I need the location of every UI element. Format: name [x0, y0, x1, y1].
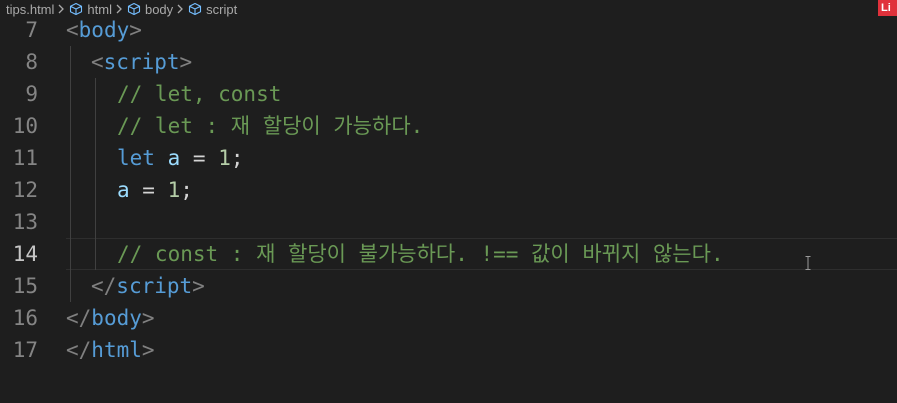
indent-guide [70, 110, 71, 142]
line-content: </body> [66, 302, 155, 334]
line-content: // let, const [117, 78, 281, 110]
code-token: > [129, 18, 142, 42]
code-token: > [179, 50, 193, 74]
line-content: // let : 재 할당이 가능하다. [117, 110, 423, 142]
code-token: let [117, 146, 155, 170]
code-line[interactable]: 15 </script> [0, 270, 897, 302]
line-number: 15 [12, 274, 38, 298]
code-line[interactable]: 13 [0, 206, 897, 238]
indent-guide [95, 78, 96, 110]
code-line[interactable]: 14 // const : 재 할당이 불가능하다. !== 값이 바뀌지 않는다… [0, 238, 897, 270]
code-line[interactable]: 12 a = 1; [0, 174, 897, 206]
indent-guide [95, 110, 96, 142]
code-line[interactable]: 16 </body> [0, 302, 897, 334]
line-number: 16 [12, 306, 38, 330]
indent-guide [95, 174, 96, 206]
code-area[interactable]: 7 <body> 8 <script> 9// let, const 10// let :… [0, 14, 897, 366]
code-token: script [116, 274, 193, 298]
code-token: </ [66, 338, 92, 362]
code-token: html [91, 338, 142, 362]
code-line[interactable]: 11 let a = 1; [0, 142, 897, 174]
code-token: // let : 재 할당이 가능하다. [117, 114, 424, 138]
code-token: < [91, 50, 104, 74]
code-token: </ [91, 274, 117, 298]
indent-guide [95, 206, 96, 238]
code-line[interactable]: 7 <body> [0, 14, 897, 46]
line-number: 8 [25, 50, 38, 74]
code-token: // const : 재 할당이 불가능하다. !== 값이 바뀌지 않는다. [117, 242, 724, 266]
text-cursor-icon [805, 247, 811, 270]
code-token: > [192, 274, 205, 298]
indent-guide [70, 174, 71, 206]
line-number: 13 [12, 210, 38, 234]
code-line[interactable]: 8 <script> [0, 46, 897, 78]
indent-guide [70, 46, 71, 78]
code-token: < [66, 18, 79, 42]
code-token: = [129, 178, 168, 202]
line-content: a = 1; [117, 174, 193, 206]
indent-guide [70, 270, 71, 302]
code-token: ; [180, 178, 193, 202]
line-number: 10 [12, 114, 38, 138]
code-editor[interactable]: tips.html html body script Li 7 <body> 8… [0, 0, 897, 403]
indent-guide [70, 238, 71, 270]
code-token: body [78, 18, 130, 42]
code-token: a [117, 178, 130, 202]
code-token: // let, const [117, 82, 282, 106]
line-number: 17 [12, 338, 38, 362]
indent-guide [70, 78, 71, 110]
line-content: </script> [91, 270, 205, 302]
indent-guide [70, 206, 71, 238]
indent-guide [95, 142, 96, 174]
line-number: 11 [12, 146, 38, 170]
indent-guide [95, 238, 96, 270]
line-number: 9 [25, 82, 38, 106]
code-token: </ [66, 306, 92, 330]
code-token: body [91, 306, 142, 330]
line-content: <body> [66, 14, 142, 46]
line-content: <script> [91, 46, 192, 78]
line-number: 14 [12, 242, 38, 266]
line-number: 12 [12, 178, 38, 202]
code-token: > [141, 338, 155, 362]
line-content: </html> [66, 334, 155, 366]
code-token: 1 [218, 146, 231, 170]
line-number: 7 [25, 18, 38, 42]
code-token: 1 [167, 178, 181, 202]
line-content: let a = 1; [117, 142, 244, 174]
code-token: > [141, 306, 155, 330]
code-token: ; [230, 146, 244, 170]
code-line[interactable]: 9 // let, const [0, 78, 897, 110]
code-token: script [103, 50, 180, 74]
line-content: // const : 재 할당이 불가능하다. !== 값이 바뀌지 않는다. [117, 238, 724, 270]
code-token: a [167, 146, 181, 170]
indent-guide [70, 142, 71, 174]
code-line[interactable]: 17 </html> [0, 334, 897, 366]
code-token: = [180, 146, 219, 170]
code-line[interactable]: 10 // let : 재 할당이 가능하다. [0, 110, 897, 142]
